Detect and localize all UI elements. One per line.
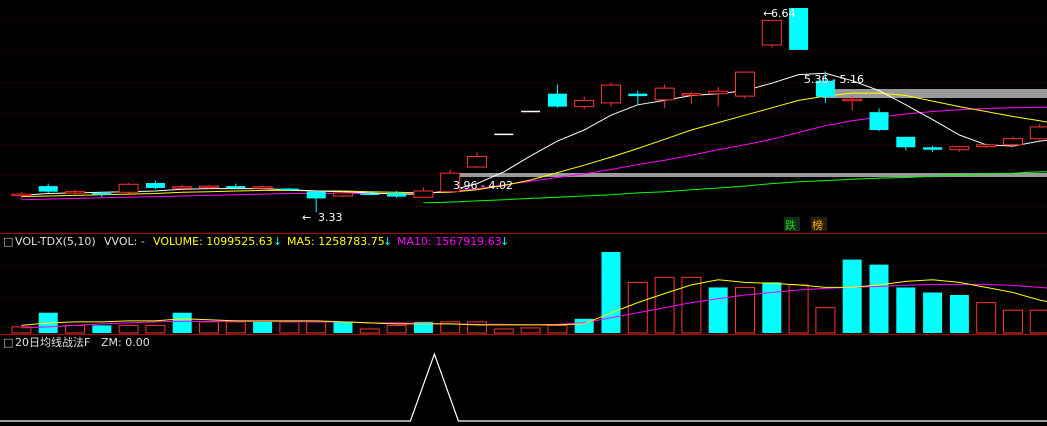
volume-bar-up[interactable] [976, 302, 997, 334]
ma5-down-arrow-icon: ↓ [383, 235, 392, 248]
candle-up[interactable] [601, 84, 621, 104]
volume-bar-down[interactable] [92, 325, 112, 333]
volume-bar-up[interactable] [788, 284, 809, 334]
candle-down[interactable] [360, 193, 380, 196]
volume-bar-up[interactable] [306, 321, 327, 334]
volume-panel-header: □ VOL-TDX(5,10) VVOL: - VOLUME: 1099525.… [3, 235, 509, 248]
candle-up[interactable] [1029, 126, 1047, 140]
candle-down[interactable] [896, 136, 916, 148]
candle-down[interactable] [306, 191, 326, 199]
candle-down[interactable] [628, 93, 648, 97]
high-price-label: 6.64 [771, 7, 796, 20]
volume-bar-up[interactable] [145, 324, 166, 334]
volume-bar-up[interactable] [118, 324, 139, 334]
rank-signal-badge: 榜 [811, 217, 827, 232]
candle-up[interactable] [681, 93, 702, 96]
volume-bar-up[interactable] [279, 321, 300, 334]
volume-bar-up[interactable] [467, 321, 487, 334]
collapse-square-icon[interactable]: □ [3, 235, 13, 248]
volume-down-arrow-icon: ↓ [273, 235, 282, 248]
volume-bar-down[interactable] [172, 312, 192, 333]
candle-down[interactable] [869, 112, 889, 131]
rank-signal-text: 榜 [812, 218, 823, 232]
candle-up[interactable] [842, 98, 863, 102]
volume-bar-down[interactable] [896, 287, 916, 333]
volume-bar-up[interactable] [1029, 309, 1047, 334]
candle-up[interactable] [413, 190, 434, 198]
zm-panel-header: □ 20日均线战法F ZM: 0.00 [3, 335, 150, 349]
candle-up[interactable] [735, 71, 755, 97]
candle-up[interactable] [172, 186, 193, 189]
volume-bar-up[interactable] [386, 324, 407, 334]
candle-down[interactable] [387, 192, 407, 197]
volume-bar-up[interactable] [65, 324, 85, 334]
candle-down[interactable] [92, 192, 112, 195]
volume-bars[interactable] [11, 252, 1047, 334]
volume-bar-down[interactable] [708, 287, 728, 333]
lower-range-label: 3.96 - 4.02 [453, 179, 513, 192]
volume-bar-up[interactable] [681, 276, 702, 334]
candle-up[interactable] [761, 19, 782, 46]
ma10-down-arrow-icon: ↓ [500, 235, 509, 248]
volume-bar-down[interactable] [762, 282, 782, 333]
volume-ma10-line [21, 283, 1047, 329]
volume-bar-down[interactable] [601, 252, 621, 333]
candle-up[interactable] [333, 192, 353, 197]
volume-bar-up[interactable] [627, 281, 648, 334]
volume-bar-down[interactable] [333, 321, 353, 333]
volume-bar-up[interactable] [547, 324, 568, 334]
candle-up[interactable] [252, 186, 273, 189]
volume-bar-up[interactable] [199, 321, 219, 334]
candle-down[interactable] [38, 186, 58, 192]
volume-bar-up[interactable] [520, 327, 541, 334]
volume-value: VOLUME: 1099525.63 [153, 235, 273, 248]
zm-line [0, 352, 1047, 422]
vvol-label: VVOL: - [104, 235, 145, 248]
stock-chart[interactable]: 6.64 ← ← 3.33 5.36 - 5.16 3.96 - 4.02 跌 … [0, 0, 1047, 426]
volume-bar-up[interactable] [493, 328, 514, 334]
low-price-arrow: ← [302, 211, 311, 224]
volume-bar-down[interactable] [869, 264, 889, 333]
volume-bar-up[interactable] [1003, 309, 1023, 334]
candle-up[interactable] [1003, 138, 1023, 146]
candle-up[interactable] [199, 185, 219, 189]
zm-signal-line [0, 352, 1047, 422]
high-price-arrow: ← [763, 7, 772, 20]
candle-down[interactable] [923, 147, 943, 150]
candle-up[interactable] [654, 87, 675, 101]
volume-bar-up[interactable] [815, 307, 836, 334]
volume-bar-down[interactable] [949, 295, 969, 333]
candle-up[interactable] [976, 144, 997, 148]
candle-up[interactable] [11, 193, 32, 197]
candle-up[interactable] [467, 156, 487, 168]
ma10-value: MA10: 1567919.63 [397, 235, 502, 248]
candle-up[interactable] [65, 191, 85, 194]
candle-up[interactable] [708, 90, 729, 95]
volume-bar-up[interactable] [225, 321, 246, 334]
candle-down[interactable] [145, 183, 165, 188]
volume-bar-up[interactable] [654, 276, 675, 334]
volume-indicator-name[interactable]: VOL-TDX(5,10) [15, 235, 96, 248]
price-support-bands [447, 89, 1047, 177]
fall-signal-text: 跌 [785, 218, 796, 232]
candle-up[interactable] [574, 99, 595, 108]
candle-up[interactable] [949, 146, 970, 151]
ma5-value: MA5: 1258783.75 [287, 235, 385, 248]
candle-up[interactable] [118, 183, 139, 193]
low-price-label: 3.33 [318, 211, 343, 224]
volume-bar-down[interactable] [253, 321, 273, 333]
collapse-square-icon-zm[interactable]: □ [3, 336, 13, 349]
candle-down[interactable] [226, 186, 246, 188]
volume-bar-down[interactable] [923, 292, 943, 334]
fall-signal-badge: 跌 [784, 217, 800, 232]
candle-down[interactable] [279, 188, 299, 191]
zm-value: ZM: 0.00 [101, 336, 150, 349]
volume-bar-up[interactable] [359, 328, 380, 334]
upper-range-label: 5.36 - 5.16 [804, 73, 864, 86]
candle-down[interactable] [547, 93, 567, 107]
volume-bar-down[interactable] [842, 259, 862, 333]
zm-indicator-name[interactable]: 20日均线战法F [15, 335, 90, 349]
